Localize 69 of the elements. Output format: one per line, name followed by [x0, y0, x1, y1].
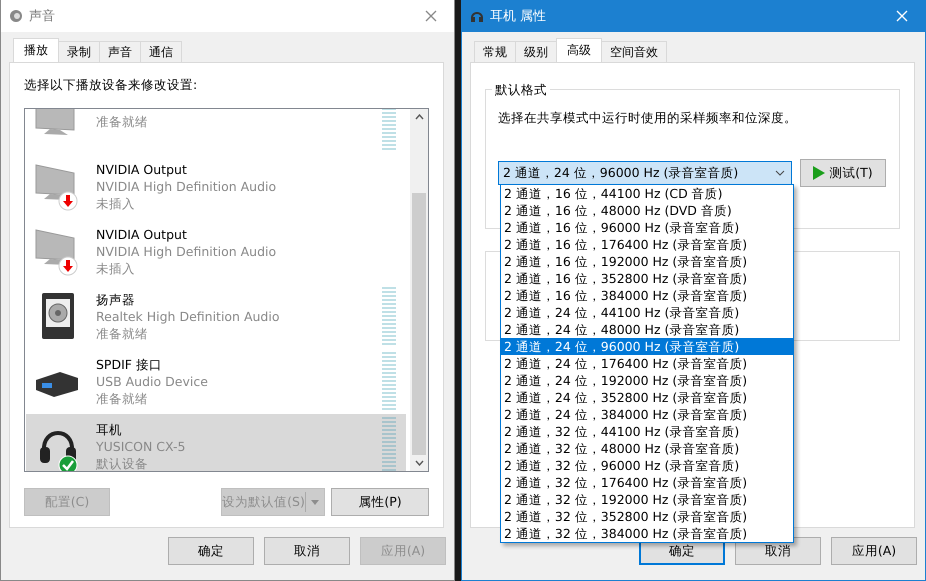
format-option[interactable]: 2 通道，32 位，384000 Hz (录音室音质)	[501, 525, 793, 542]
format-option[interactable]: 2 通道，16 位，384000 Hz (录音室音质)	[501, 287, 793, 304]
device-driver: Realtek High Definition Audio	[96, 309, 280, 324]
format-option[interactable]: 2 通道，24 位，96000 Hz (录音室音质)	[501, 338, 793, 355]
play-icon	[813, 166, 826, 180]
tab[interactable]: 常规	[474, 41, 516, 62]
tab[interactable]: 通信	[140, 41, 182, 62]
device-item[interactable]: SPDIF 接口 USB Audio Device 准备就绪	[26, 349, 406, 414]
tab[interactable]: 播放	[13, 38, 59, 62]
device-status: 默认设备	[96, 456, 149, 471]
group-title: 默认格式	[492, 82, 550, 99]
description-text: 选择在共享模式中运行时使用的采样频率和位深度。	[498, 110, 798, 127]
format-option[interactable]: 2 通道，24 位，176400 Hz (录音室音质)	[501, 355, 793, 372]
device-item[interactable]: 扬声器 Realtek High Definition Audio 准备就绪	[26, 284, 406, 349]
window-title: 耳机 属性	[490, 8, 548, 25]
format-option[interactable]: 2 通道，32 位，44100 Hz (录音室音质)	[501, 423, 793, 440]
scroll-up-icon	[414, 114, 424, 120]
format-option[interactable]: 2 通道，32 位，176400 Hz (录音室音质)	[501, 474, 793, 491]
device-status: 准备就绪	[96, 114, 149, 129]
tab[interactable]: 高级	[556, 38, 602, 62]
format-option[interactable]: 2 通道，32 位，96000 Hz (录音室音质)	[501, 457, 793, 474]
headphones-icon	[470, 9, 484, 23]
device-name: SPDIF 接口	[96, 357, 163, 372]
dialog-button[interactable]: 确定	[168, 537, 254, 565]
device-item[interactable]: 耳机 YUSICON CX-5 默认设备	[26, 414, 406, 471]
format-option[interactable]: 2 通道，32 位，48000 Hz (录音室音质)	[501, 440, 793, 457]
format-option[interactable]: 2 通道，16 位，48000 Hz (DVD 音质)	[501, 202, 793, 219]
format-option[interactable]: 2 通道，16 位，192000 Hz (录音室音质)	[501, 253, 793, 270]
device-name: NVIDIA Output	[96, 162, 188, 177]
format-option[interactable]: 2 通道，16 位，96000 Hz (录音室音质)	[501, 219, 793, 236]
format-option[interactable]: 2 通道，16 位，44100 Hz (CD 音质)	[501, 185, 793, 202]
window-title: 声音	[29, 8, 56, 25]
device-status: 未插入	[96, 196, 136, 211]
chevron-down-icon	[775, 170, 785, 176]
dialog-button[interactable]: 应用(A)	[831, 537, 917, 565]
close-icon	[896, 10, 908, 22]
device-item[interactable]: 准备就绪	[26, 109, 406, 154]
device-status: 未插入	[96, 261, 136, 276]
format-option[interactable]: 2 通道，16 位，352800 Hz (录音室音质)	[501, 270, 793, 287]
format-option[interactable]: 2 通道，24 位，352800 Hz (录音室音质)	[501, 389, 793, 406]
device-name: 耳机	[96, 422, 123, 437]
format-option[interactable]: 2 通道，24 位，48000 Hz (录音室音质)	[501, 321, 793, 338]
format-option[interactable]: 2 通道，24 位，384000 Hz (录音室音质)	[501, 406, 793, 423]
scroll-down-icon	[414, 460, 424, 466]
close-icon	[425, 10, 437, 22]
format-option[interactable]: 2 通道，32 位，352800 Hz (录音室音质)	[501, 508, 793, 525]
device-name: NVIDIA Output	[96, 227, 188, 242]
format-dropdown[interactable]: 2 通道，24 位，96000 Hz (录音室音质)	[498, 161, 792, 185]
properties-button[interactable]: 属性(P)	[331, 488, 429, 516]
device-item[interactable]: NVIDIA Output NVIDIA High Definition Audio 未插入	[26, 154, 406, 219]
tab[interactable]: 空间音效	[601, 41, 667, 62]
format-option[interactable]: 2 通道，24 位，44100 Hz (录音室音质)	[501, 304, 793, 321]
instruction-text: 选择以下播放设备来修改设置:	[24, 77, 198, 94]
device-driver: NVIDIA High Definition Audio	[96, 244, 278, 259]
device-status: 准备就绪	[96, 391, 149, 406]
test-button[interactable]: 测试(T)	[800, 159, 886, 187]
device-name: 扬声器	[96, 292, 136, 307]
dialog-button[interactable]: 取消	[264, 537, 350, 565]
device-item[interactable]: NVIDIA Output NVIDIA High Definition Audio 未插入	[26, 219, 406, 284]
caret-icon	[311, 500, 319, 504]
audio-box-icon	[34, 370, 80, 398]
scrollbar[interactable]	[410, 109, 428, 471]
device-driver: USB Audio Device	[96, 374, 209, 389]
format-option[interactable]: 2 通道，24 位，192000 Hz (录音室音质)	[501, 372, 793, 389]
device-status: 准备就绪	[96, 326, 149, 341]
format-option[interactable]: 2 通道，32 位，192000 Hz (录音室音质)	[501, 491, 793, 508]
device-driver: NVIDIA High Definition Audio	[96, 179, 278, 194]
format-option[interactable]: 2 通道，16 位，176400 Hz (录音室音质)	[501, 236, 793, 253]
device-driver: YUSICON CX-5	[96, 439, 186, 454]
